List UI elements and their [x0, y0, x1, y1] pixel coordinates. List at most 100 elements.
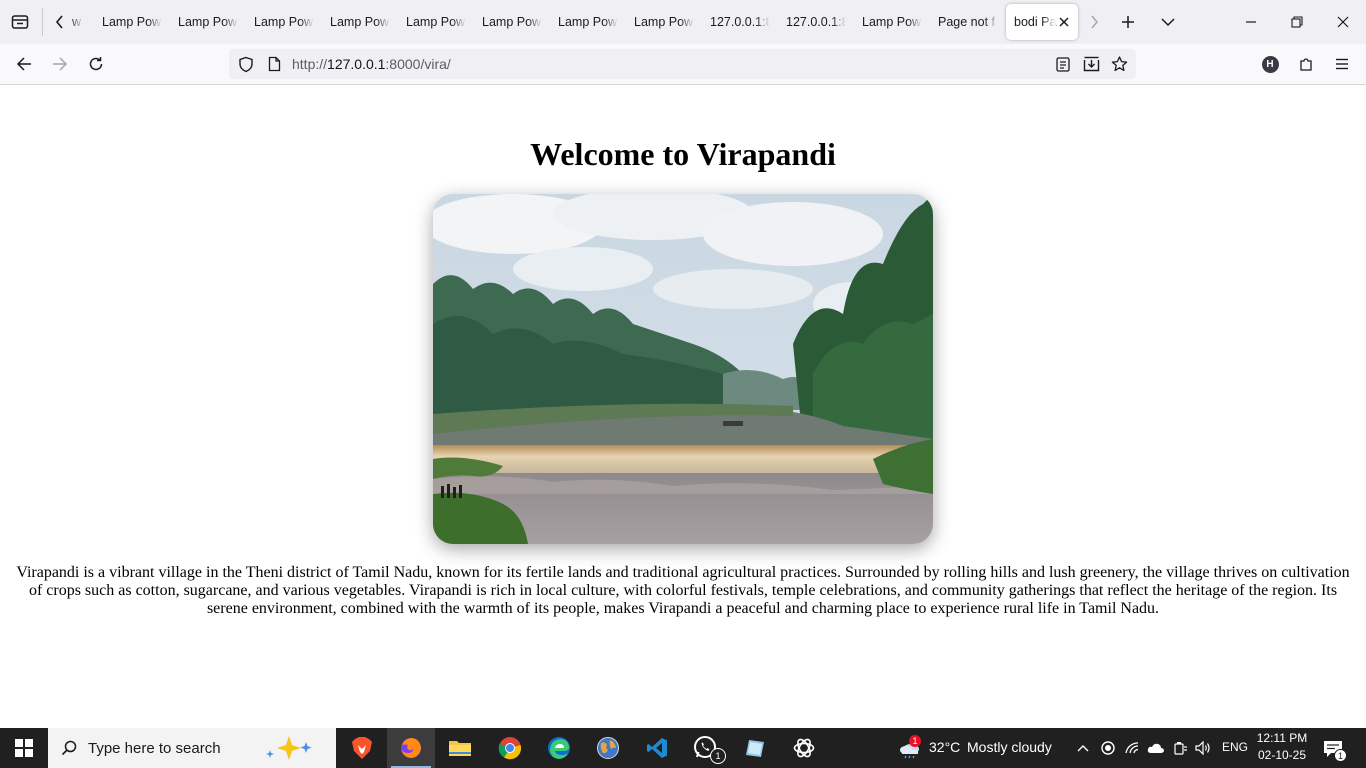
site-info-icon[interactable]: [265, 55, 283, 73]
extensions-button[interactable]: [1291, 49, 1321, 79]
url-scheme: http://: [292, 56, 328, 72]
chatgpt-icon: [793, 738, 815, 758]
tab-item[interactable]: Lamp Pow: [168, 4, 238, 40]
new-tab-button[interactable]: [1116, 11, 1140, 33]
restore-icon: [1291, 16, 1303, 28]
wifi-status[interactable]: [1122, 738, 1142, 758]
taskbar-chatgpt[interactable]: [780, 728, 828, 768]
forward-button[interactable]: [45, 49, 75, 79]
url-host: 127.0.0.1: [327, 56, 386, 72]
folder-icon: [449, 741, 471, 756]
tab-item[interactable]: Lamp Pow: [852, 4, 922, 40]
reader-view-button[interactable]: [1054, 55, 1072, 73]
record-icon: [1101, 741, 1115, 755]
speaker-icon: [1195, 741, 1210, 755]
page-icon: [268, 56, 280, 72]
chevron-right-icon: [1091, 15, 1099, 29]
notification-count-badge: 1: [1334, 749, 1347, 762]
tab-item[interactable]: 127.0.0.1:8: [776, 4, 846, 40]
arrow-left-icon: [16, 57, 31, 71]
tab-strip: w Lamp Pow Lamp Pow Lamp Pow Lamp Pow La…: [0, 0, 1366, 44]
volume-control[interactable]: [1193, 738, 1213, 758]
show-hidden-icons-button[interactable]: [1073, 738, 1093, 758]
page-title: Welcome to Virapandi: [530, 136, 836, 172]
wifi-icon: [1125, 742, 1139, 754]
clock-date: 02-10-25: [1257, 748, 1307, 762]
weather-temperature[interactable]: 32°C: [929, 739, 960, 755]
save-to-pocket-button[interactable]: [1082, 55, 1100, 73]
vscode-icon: [647, 738, 667, 758]
taskbar-notes-app[interactable]: [731, 728, 779, 768]
taskbar-edge[interactable]: [535, 728, 583, 768]
tab-item[interactable]: Lamp Pow: [472, 4, 542, 40]
shield-icon: [239, 56, 253, 72]
search-placeholder: Type here to search: [88, 740, 221, 757]
record-indicator[interactable]: [1098, 738, 1118, 758]
scroll-tabs-right-button[interactable]: [1084, 12, 1104, 32]
onedrive-status[interactable]: [1146, 738, 1166, 758]
taskbar-vscode[interactable]: [633, 728, 681, 768]
whatsapp-unread-badge: 1: [710, 748, 726, 764]
tab-item[interactable]: w: [62, 4, 84, 40]
address-bar[interactable]: http://127.0.0.1:8000/vira/: [229, 49, 1136, 79]
battery-plug-icon: [1174, 742, 1187, 755]
tracking-protection-icon[interactable]: [237, 55, 255, 73]
close-icon: [1337, 16, 1349, 28]
chevron-up-icon: [1077, 745, 1089, 752]
url-path: :8000/vira/: [385, 56, 451, 72]
back-button[interactable]: [9, 49, 39, 79]
minimize-button[interactable]: [1228, 0, 1274, 44]
taskbar-file-explorer[interactable]: [436, 728, 484, 768]
restore-button[interactable]: [1274, 0, 1320, 44]
taskbar-firefox[interactable]: [387, 728, 435, 768]
hero-image: [433, 194, 933, 544]
taskbar-brave[interactable]: [338, 728, 386, 768]
tab-item[interactable]: Lamp Pow: [244, 4, 314, 40]
close-window-button[interactable]: [1320, 0, 1366, 44]
tab-item[interactable]: Lamp Pow: [320, 4, 390, 40]
system-clock[interactable]: 12:11 PM 02-10-25: [1252, 730, 1312, 764]
weather-condition[interactable]: Mostly cloudy: [967, 739, 1052, 755]
sparkle-icon: [266, 736, 312, 760]
app-menu-button[interactable]: [1327, 49, 1357, 79]
minimize-icon: [1246, 21, 1256, 23]
puzzle-icon: [1300, 58, 1312, 71]
tab-item[interactable]: Lamp Pow: [396, 4, 466, 40]
river-dam-photo: [433, 194, 933, 544]
account-button[interactable]: H: [1255, 49, 1285, 79]
url-text[interactable]: http://127.0.0.1:8000/vira/: [292, 56, 451, 72]
close-tab-button[interactable]: [1056, 14, 1072, 30]
taskbar-whatsapp[interactable]: 1: [682, 728, 730, 768]
tab-item[interactable]: 127.0.0.1:8: [700, 4, 770, 40]
windows-taskbar: Type here to search 1 1 32°C Mostly clou…: [0, 728, 1366, 768]
arrow-right-icon: [53, 57, 68, 71]
tab-item[interactable]: Lamp Pow: [624, 4, 694, 40]
taskbar-search-box[interactable]: Type here to search: [48, 728, 336, 768]
firefox-icon: [401, 738, 421, 758]
tab-item[interactable]: Lamp Pow: [92, 4, 162, 40]
reader-view-icon: [1056, 56, 1070, 72]
notes-icon: [746, 740, 764, 757]
start-button[interactable]: [0, 728, 48, 768]
input-language[interactable]: ENG: [1222, 740, 1248, 754]
search-icon: [61, 740, 77, 756]
reload-button[interactable]: [81, 49, 111, 79]
plus-icon: [1122, 16, 1134, 28]
download-tray-icon: [1083, 56, 1099, 72]
notification-center-button[interactable]: 1: [1320, 736, 1347, 762]
tab-item-active[interactable]: bodi Pa: [1006, 4, 1078, 40]
tab-item[interactable]: Lamp Pow: [548, 4, 618, 40]
taskbar-chrome[interactable]: [486, 728, 534, 768]
taskbar-globe-app[interactable]: [584, 728, 632, 768]
edge-icon: [548, 737, 570, 759]
firefox-view-button[interactable]: [8, 11, 32, 33]
globe-icon: [597, 737, 619, 759]
list-all-tabs-button[interactable]: [1156, 11, 1180, 33]
reload-icon: [89, 57, 103, 71]
weather-alert-badge: 1: [909, 735, 921, 747]
village-description: Virapandi is a vibrant village in the Th…: [16, 564, 1350, 617]
tab-item[interactable]: Page not f: [928, 4, 998, 40]
brave-icon: [352, 737, 372, 759]
bookmark-button[interactable]: [1110, 55, 1128, 73]
battery-status[interactable]: [1170, 738, 1190, 758]
